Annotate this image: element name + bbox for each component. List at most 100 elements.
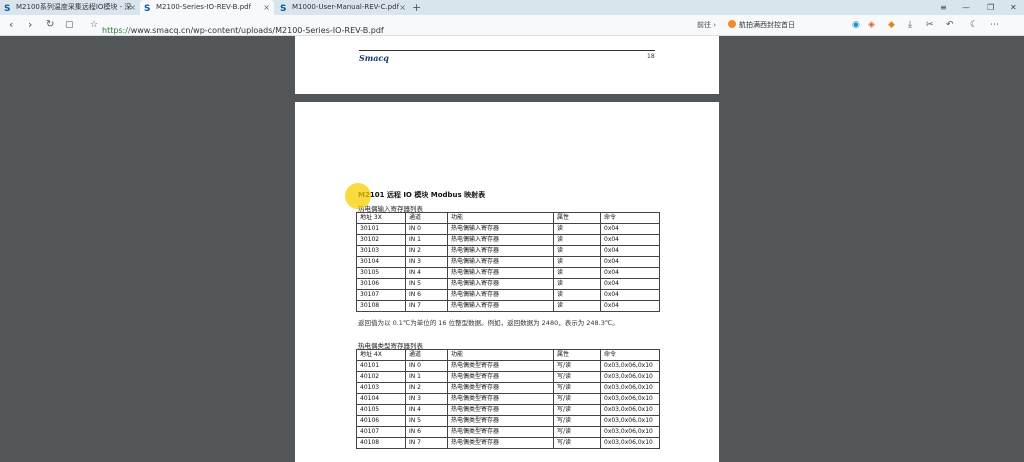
cell: IN 5	[405, 278, 448, 290]
cell: 写/读	[553, 426, 601, 438]
cell: 读	[553, 278, 601, 290]
cell: 0x03,0x06,0x10	[600, 393, 660, 405]
extension-icon[interactable]: ◉	[852, 15, 860, 35]
cell: 读	[553, 234, 601, 246]
cell: 0x03,0x06,0x10	[600, 404, 660, 416]
cell: 热电偶类型寄存器	[447, 404, 554, 416]
tab-title: M1000-User-Manual-REV-C.pdf	[292, 3, 400, 11]
back-button[interactable]: ‹	[9, 15, 13, 35]
header-cell: 地址 3X	[356, 212, 406, 224]
cell: IN 6	[405, 426, 448, 438]
table-row: 40107 IN 6 热电偶类型寄存器 写/读 0x03,0x06,0x10	[356, 426, 660, 438]
cell: IN 7	[405, 437, 448, 449]
go-label: 前往	[697, 21, 711, 29]
cell: 40108	[356, 437, 406, 449]
cell: 热电偶输入寄存器	[447, 223, 554, 235]
cell: 读	[553, 267, 601, 279]
translate-icon[interactable]: ◈	[868, 15, 875, 35]
cell: IN 7	[405, 300, 448, 312]
cell: 热电偶输入寄存器	[447, 300, 554, 312]
cell: IN 1	[405, 371, 448, 383]
go-button[interactable]: 前往 ›	[697, 15, 716, 35]
cell: 热电偶输入寄存器	[447, 278, 554, 290]
cell: 写/读	[553, 371, 601, 383]
cell: 0x03,0x06,0x10	[600, 415, 660, 427]
cell: 30105	[356, 267, 406, 279]
cell: 0x04	[600, 245, 660, 257]
game-icon[interactable]: ◆	[888, 15, 895, 35]
header-cell: 功能	[447, 212, 554, 224]
cell: IN 1	[405, 234, 448, 246]
forward-button[interactable]: ›	[28, 15, 32, 35]
table-header-row: 地址 3X 通道 功能 属性 命令	[356, 212, 660, 224]
close-window-button[interactable]: ✕	[1010, 0, 1017, 15]
cell: 读	[553, 289, 601, 301]
bookmark-star-icon[interactable]: ☆	[90, 15, 98, 35]
new-tab-button[interactable]: +	[412, 0, 421, 15]
cell: IN 2	[405, 245, 448, 257]
header-cell: 属性	[553, 349, 601, 361]
pdf-viewer[interactable]: Smacq 18 M2101 远程 IO 模块 Modbus 映射表 热电偶输入…	[0, 36, 1024, 462]
table-row: 30107 IN 6 热电偶输入寄存器读 0x04	[356, 289, 660, 301]
table-row: 40102 IN 1 热电偶类型寄存器 写/读 0x03,0x06,0x10	[356, 371, 660, 383]
page-title: M2101 远程 IO 模块 Modbus 映射表	[358, 191, 486, 199]
close-icon[interactable]: ×	[263, 0, 270, 15]
cell: IN 6	[405, 289, 448, 301]
table-row: 40101 IN 0 热电偶类型寄存器 写/读 0x03,0x06,0x10	[356, 360, 660, 372]
close-icon[interactable]: ×	[399, 0, 406, 15]
input-register-table: 地址 3X 通道 功能 属性 命令 30101 IN 0 热电偶输入寄存器读 0x04…	[356, 212, 660, 312]
cell: 0x04	[600, 289, 660, 301]
cell: 写/读	[553, 382, 601, 394]
cell: 热电偶类型寄存器	[447, 371, 554, 383]
cell: 0x03,0x06,0x10	[600, 360, 660, 372]
cell: 0x03,0x06,0x10	[600, 371, 660, 383]
table-row: 40105 IN 4 热电偶类型寄存器 写/读 0x03,0x06,0x10	[356, 404, 660, 416]
smacq-logo-icon: S	[144, 4, 151, 14]
type-register-table: 地址 4X 通道 功能 属性 命令 40101 IN 0 热电偶类型寄存器 写/读 0x…	[356, 349, 660, 449]
cut-icon[interactable]: ✂	[926, 15, 934, 35]
cell: IN 4	[405, 404, 448, 416]
minimize-button[interactable]: —	[962, 0, 970, 15]
cell: IN 3	[405, 256, 448, 268]
address-bar[interactable]: https://www.smacq.cn/wp-content/uploads/…	[102, 18, 712, 35]
cell: 30103	[356, 245, 406, 257]
table-row: 40108 IN 7 热电偶类型寄存器 写/读 0x03,0x06,0x10	[356, 437, 660, 449]
tab-m1000-pdf[interactable]: S M1000-User-Manual-REV-C.pdf ×	[276, 0, 410, 15]
table-row: 30104 IN 3 热电偶输入寄存器读 0x04	[356, 256, 660, 268]
undo-icon[interactable]: ↶	[946, 15, 954, 35]
pdf-page-current: M2101 远程 IO 模块 Modbus 映射表 热电偶输入寄存器列表 地址 …	[295, 102, 719, 462]
table-header-row: 地址 4X 通道 功能 属性 命令	[356, 349, 660, 361]
reader-mode-icon[interactable]: ▢	[65, 15, 74, 35]
tab-title: M2100-Series-IO-REV-B.pdf	[156, 3, 252, 11]
cell: 热电偶输入寄存器	[447, 256, 554, 268]
table-row: 30108 IN 7 热电偶输入寄存器读 0x04	[356, 300, 660, 312]
table-row: 40103 IN 2 热电偶类型寄存器 写/读 0x03,0x06,0x10	[356, 382, 660, 394]
page-number: 18	[647, 53, 655, 60]
night-mode-icon[interactable]: ☾	[970, 15, 978, 35]
search-box[interactable]: 航拍满西封控首日	[728, 18, 838, 32]
table-row: 30106 IN 5 热电偶输入寄存器读 0x04	[356, 278, 660, 290]
restore-button[interactable]: ❐	[987, 0, 994, 15]
pdf-page-previous: Smacq 18	[295, 36, 719, 94]
cell: 30104	[356, 256, 406, 268]
tab-m2100-product[interactable]: S M2100系列温度采集远程IO模块 - 深 ×	[0, 0, 140, 15]
cell: IN 0	[405, 360, 448, 372]
close-icon[interactable]: ×	[129, 0, 136, 15]
smacq-logo-icon: S	[280, 4, 287, 14]
cell: 写/读	[553, 393, 601, 405]
cell: 热电偶类型寄存器	[447, 382, 554, 394]
more-icon[interactable]: ⋯	[990, 15, 999, 35]
cell: 写/读	[553, 360, 601, 372]
download-icon[interactable]: ⤓	[908, 15, 912, 35]
menu-icon[interactable]: ≡	[940, 0, 947, 15]
cell: 热电偶类型寄存器	[447, 437, 554, 449]
tab-m2100-pdf[interactable]: S M2100-Series-IO-REV-B.pdf ×	[140, 0, 274, 15]
cell: 0x04	[600, 267, 660, 279]
cell: 0x04	[600, 223, 660, 235]
cell: 写/读	[553, 404, 601, 416]
reload-button[interactable]: ↻	[46, 15, 54, 35]
cell: 写/读	[553, 437, 601, 449]
cell: 30106	[356, 278, 406, 290]
table-row: 30101 IN 0 热电偶输入寄存器读 0x04	[356, 223, 660, 235]
cell: 40107	[356, 426, 406, 438]
